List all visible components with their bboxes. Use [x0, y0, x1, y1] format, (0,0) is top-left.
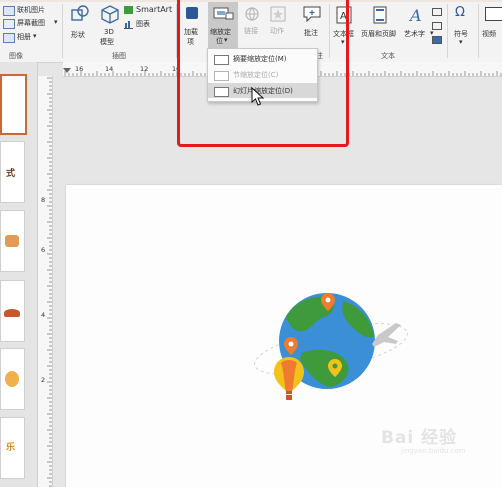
wordart-label: 艺术字 [404, 30, 425, 38]
chart-icon [124, 20, 133, 29]
ruler-number: 14 [105, 65, 114, 73]
slide-canvas[interactable]: Bai 经验 jingyan.baidu.com [66, 185, 502, 487]
ruler-number: 16 [75, 65, 84, 73]
3d-model-label-2: 模型 [100, 38, 114, 46]
video-label: 视频 [482, 30, 496, 38]
chart-label: 图表 [136, 20, 150, 28]
thumbnail-illustration [5, 371, 19, 387]
svg-text:A: A [409, 6, 422, 24]
shapes-icon [71, 5, 89, 21]
chevron-down-icon: ▾ [459, 38, 463, 46]
watermark-url: jingyan.baidu.com [401, 447, 466, 455]
illustrations-group-label: 插图 [112, 52, 126, 60]
slide-thumbnail-pane: 式 乐 [0, 62, 38, 487]
thumbnail-illustration [5, 235, 19, 247]
3d-model-label-1: 3D [104, 28, 114, 36]
slide-thumbnail[interactable] [0, 280, 25, 342]
3d-model-button[interactable]: 3D 模型 [98, 4, 120, 50]
ruler-ticks [47, 77, 52, 487]
globe-illustration[interactable] [246, 287, 416, 412]
wordart-button[interactable]: A 艺术字 ▾ [404, 4, 434, 48]
indent-marker[interactable] [63, 68, 71, 73]
object-icon [432, 36, 442, 44]
group-divider [62, 4, 63, 58]
shapes-button[interactable]: 形状 [66, 4, 96, 48]
thumbnail-illustration [4, 309, 20, 317]
thumbnail-glyph: 式 [6, 169, 16, 179]
album-icon [3, 33, 15, 43]
omega-icon: Ω [455, 5, 465, 20]
header-footer-label: 页眉和页脚 [361, 30, 396, 38]
album-label: 相册 [17, 33, 31, 41]
highlight-box [177, 0, 349, 147]
smartart-label: SmartArt [136, 5, 173, 14]
text-group-label: 文本 [381, 52, 395, 60]
watermark-logo-text: Bai 经验 [381, 428, 458, 448]
chevron-down-icon: ▾ [33, 32, 37, 40]
video-button[interactable]: 视频 [482, 4, 502, 48]
vertical-ruler: 8 6 4 2 [38, 76, 53, 487]
slide-thumbnail-selected[interactable] [0, 74, 27, 135]
group-divider [447, 4, 448, 58]
slide-thumbnail[interactable] [0, 210, 25, 272]
thumbnail-glyph: 乐 [6, 443, 16, 453]
ruler-number: 8 [41, 196, 46, 204]
screenshot-icon [3, 19, 15, 29]
wordart-icon: A [409, 6, 422, 24]
plane-icon [372, 323, 401, 347]
ruler-number: 4 [41, 311, 46, 319]
chevron-down-icon: ▾ [54, 18, 58, 26]
ruler-number: 6 [41, 246, 46, 254]
smartart-icon [124, 6, 133, 14]
slide-number-icon [432, 22, 442, 30]
header-footer-button[interactable]: 页眉和页脚 [361, 4, 401, 48]
symbols-button[interactable]: Ω 符号 ▾ [451, 4, 475, 48]
group-divider [478, 4, 479, 58]
slide-thumbnail[interactable] [0, 348, 25, 410]
shapes-label: 形状 [71, 31, 85, 39]
header-footer-icon [373, 6, 387, 24]
online-pictures-label: 联机图片 [17, 6, 45, 14]
date-time-icon [432, 8, 442, 16]
video-icon [485, 7, 502, 21]
cube-icon [101, 5, 119, 24]
screenshot-label: 屏幕截图 [17, 19, 45, 27]
online-pictures-icon [3, 6, 15, 16]
slide-thumbnail[interactable]: 式 [0, 141, 25, 203]
slide-thumbnail[interactable]: 乐 [0, 417, 25, 479]
ruler-number: 2 [41, 376, 46, 384]
image-group-label: 图像 [9, 52, 23, 60]
ruler-number: 12 [140, 65, 149, 73]
